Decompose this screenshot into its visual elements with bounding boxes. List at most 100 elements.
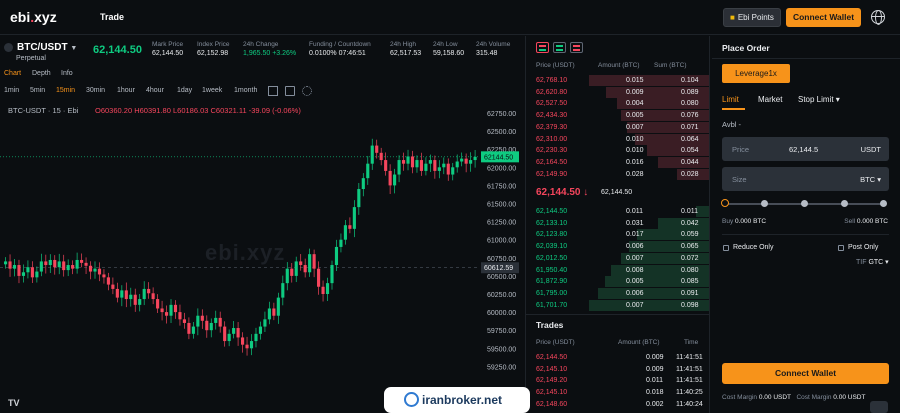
orderbook.asks-row[interactable]: 62,768.10 0.015 0.104 (526, 75, 709, 86)
interval-15min[interactable]: 15min (56, 87, 75, 94)
amount-cell: 0.011 (646, 377, 663, 385)
interval-1month[interactable]: 1month (234, 87, 257, 94)
tab-info[interactable]: Info (61, 70, 73, 77)
orderbook.asks-row[interactable]: 62,379.30 0.007 0.071 (526, 121, 709, 133)
slider-handle[interactable] (721, 199, 729, 207)
candle-body (30, 267, 34, 278)
candle-body (433, 160, 437, 171)
size-unit-select[interactable]: BTC ▾ (860, 175, 881, 184)
slider-step-75[interactable] (841, 200, 848, 207)
candle-body (227, 333, 231, 342)
candle-body (129, 294, 133, 300)
candle-body (71, 265, 75, 269)
reduce-only-label: Reduce Only (733, 244, 774, 251)
trade-row: 62,149.20 0.011 11:41:51 (526, 375, 709, 386)
tab-chart[interactable]: Chart (4, 70, 21, 77)
tradingview-logo[interactable]: TV (8, 398, 20, 408)
price-field[interactable]: Price 62,144.5 USDT (722, 137, 889, 161)
slider-step-100[interactable] (880, 200, 887, 207)
orderbook.bids-row[interactable]: 62,144.50 0.011 0.011 (526, 206, 709, 217)
candle-body (241, 337, 245, 345)
candle-body (200, 315, 204, 321)
orderbook-panel: Price (USDT) Amount (BTC) Sum (BTC) 62,1… (525, 36, 710, 413)
logo[interactable]: ebi.xyz (10, 9, 57, 25)
leverage-button[interactable]: Leverage1x (722, 64, 790, 83)
tab-limit[interactable]: Limit (722, 95, 739, 104)
price-cell: 62,379.30 (536, 123, 568, 131)
price-label: Price (732, 145, 750, 154)
ebi-points-button[interactable]: ■ Ebi Points (723, 8, 781, 27)
crosshair-price-tag-text: 60612.59 (484, 265, 513, 272)
post-only-checkbox[interactable] (838, 245, 844, 251)
stat-value: 1,965.50 +3.26% (243, 50, 297, 57)
orderbook.bids-row[interactable]: 62,039.10 0.006 0.065 (526, 241, 709, 253)
stat-label: 24h Low (433, 41, 458, 48)
cost-margin-row: Cost Margin 0.00 USDT Cost Margin 0.00 U… (722, 394, 865, 401)
price-axis-label: 61000.00 (487, 238, 516, 245)
tab-stop-limit[interactable]: Stop Limit ▾ (798, 95, 840, 104)
settings-icon[interactable] (302, 86, 312, 96)
reduce-only-checkbox[interactable] (723, 245, 729, 251)
candle-body (451, 167, 455, 175)
time-cell: 11:41:51 (676, 365, 703, 373)
orderbook.bids-row[interactable]: 62,012.50 0.007 0.072 (526, 252, 709, 264)
price-cell: 62,527.50 (536, 100, 568, 108)
points-label: Ebi Points (737, 13, 774, 22)
orderbook-asks-icon[interactable] (570, 42, 583, 53)
orderbook-both-icon[interactable] (536, 42, 549, 53)
tab-depth[interactable]: Depth (32, 70, 51, 77)
sum-cell: 0.065 (681, 243, 699, 251)
interval-1hour[interactable]: 1hour (117, 87, 135, 94)
orderbook.bids-row[interactable]: 61,950.40 0.008 0.080 (526, 264, 709, 276)
connect-wallet-main-button[interactable]: Connect Wallet (722, 363, 889, 384)
stat-label: Mark Price (152, 41, 184, 48)
orderbook-bids-icon[interactable] (553, 42, 566, 53)
orderbook.asks-row[interactable]: 62,434.30 0.005 0.076 (526, 110, 709, 122)
interval-4hour[interactable]: 4hour (146, 87, 164, 94)
chat-icon[interactable] (870, 401, 888, 413)
candle-body (124, 290, 128, 300)
fullscreen-icon[interactable] (268, 86, 278, 96)
candle-body (209, 322, 213, 331)
ob-header-price: Price (USDT) (536, 62, 575, 69)
candle-body (343, 225, 347, 240)
interval-1week[interactable]: 1week (202, 87, 222, 94)
current-price-tag: 62144.50 (481, 151, 519, 163)
candle-body (138, 299, 142, 305)
interval-1min[interactable]: 1min (4, 87, 19, 94)
orderbook.asks-row[interactable]: 62,310.00 0.010 0.064 (526, 133, 709, 145)
globe-icon[interactable] (871, 10, 885, 25)
nav-trade[interactable]: Trade (100, 12, 124, 22)
interval-1day[interactable]: 1day (177, 87, 192, 94)
stat-4: 24h High 62,517.53 (390, 41, 421, 57)
orderbook.asks-row[interactable]: 62,230.30 0.010 0.054 (526, 145, 709, 157)
candle-body (191, 326, 195, 334)
trades-header-price: Price (USDT) (536, 339, 575, 346)
connect-wallet-button[interactable]: Connect Wallet (786, 8, 861, 27)
orderbook.bids-row[interactable]: 61,701.70 0.007 0.098 (526, 299, 709, 311)
post-only-label: Post Only (848, 244, 879, 251)
size-field[interactable]: Size BTC ▾ (722, 167, 889, 191)
place-order-panel: Place Order Leverage1x Limit Market Stop… (712, 36, 900, 413)
slider-step-50[interactable] (801, 200, 808, 207)
tab-market[interactable]: Market (758, 95, 782, 104)
orderbook.asks-row[interactable]: 62,620.80 0.009 0.089 (526, 86, 709, 98)
candle-body (245, 344, 249, 349)
orderbook.bids-row[interactable]: 61,872.90 0.005 0.085 (526, 276, 709, 288)
candlestick-chart[interactable]: BTC-USDT · 15 · Ebi O60360.20 H60391.80 … (0, 100, 525, 413)
orderbook.bids-row[interactable]: 61,795.00 0.006 0.091 (526, 287, 709, 299)
indicator-icon[interactable] (285, 86, 295, 96)
candle-body (93, 268, 97, 272)
interval-5min[interactable]: 5min (30, 87, 45, 94)
orderbook.bids-row[interactable]: 62,133.10 0.031 0.042 (526, 217, 709, 229)
pair-selector[interactable]: BTC/USDT ▼ (17, 42, 77, 53)
tif-select[interactable]: TIF GTC ▾ (856, 258, 889, 266)
orderbook.bids-row[interactable]: 62,123.80 0.017 0.059 (526, 229, 709, 241)
orderbook.asks-row[interactable]: 62,527.50 0.004 0.080 (526, 98, 709, 110)
price-cell: 62,012.50 (536, 254, 568, 262)
orderbook.asks-row[interactable]: 62,164.50 0.016 0.044 (526, 156, 709, 168)
slider-step-25[interactable] (761, 200, 768, 207)
price-cell: 62,434.30 (536, 112, 568, 120)
interval-30min[interactable]: 30min (86, 87, 105, 94)
orderbook.asks-row[interactable]: 62,149.90 0.028 0.028 (526, 168, 709, 180)
